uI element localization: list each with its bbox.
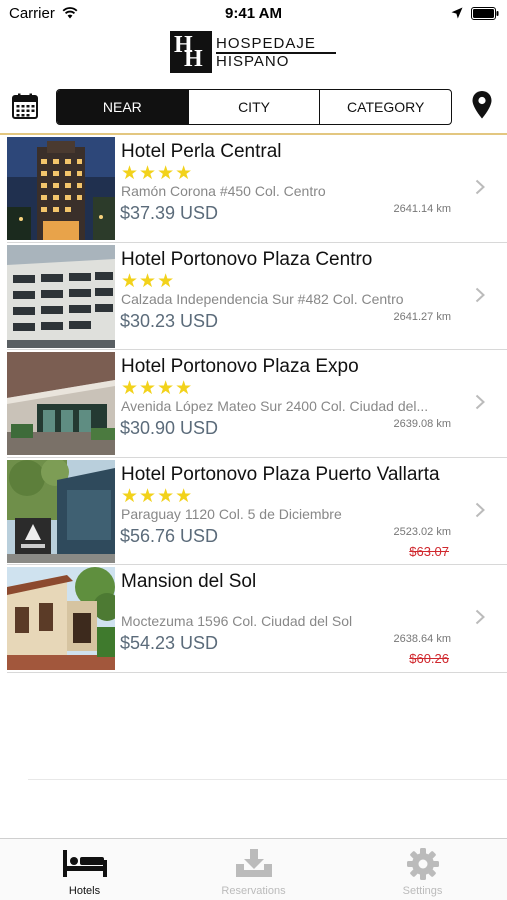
map-pin-icon[interactable] (472, 91, 492, 119)
hotel-list-item[interactable]: Hotel Portonovo Plaza Expo ★★★★ Avenida … (7, 350, 507, 458)
hotel-name: Hotel Portonovo Plaza Puerto Vallarta (121, 463, 440, 485)
status-bar: Carrier 9:41 AM (0, 0, 507, 28)
filter-segmented-control: NEAR CITY CATEGORY (56, 89, 452, 125)
segment-category[interactable]: CATEGORY (320, 90, 451, 124)
hotel-list-item[interactable]: Mansion del Sol Moctezuma 1596 Col. Ciud… (7, 565, 507, 673)
hotel-price: $30.90 USD (120, 418, 219, 438)
chevron-right-icon (475, 502, 485, 517)
hotel-list: Hotel Perla Central ★★★★ Ramón Corona #4… (0, 135, 507, 673)
status-time: 9:41 AM (225, 5, 282, 22)
hotel-original-price: $63.07 (409, 543, 449, 559)
tab-reservations[interactable]: Reservations (169, 839, 338, 900)
chevron-right-icon (475, 609, 485, 625)
hotel-address: Avenida López Mateo Sur 2400 Col. Ciudad… (121, 398, 429, 414)
hotel-list-item[interactable]: Hotel Perla Central ★★★★ Ramón Corona #4… (7, 135, 507, 243)
hotel-distance: 2638.64 km (393, 633, 451, 645)
segment-city[interactable]: CITY (189, 90, 321, 124)
hotel-address: Paraguay 1120 Col. 5 de Diciembre (121, 505, 342, 522)
hotel-name: Hotel Portonovo Plaza Centro (121, 248, 373, 270)
logo-mark-letter: H (184, 46, 203, 72)
chevron-right-icon (475, 394, 485, 410)
hotel-photo (7, 352, 115, 455)
tab-label: Hotels (68, 885, 101, 897)
logo-mark: H H (170, 31, 212, 73)
hotel-address: Calzada Independencia Sur #482 Col. Cent… (121, 290, 404, 307)
tab-label: Settings (402, 885, 443, 897)
battery-icon (471, 7, 499, 20)
hotel-photo (7, 244, 115, 348)
hotel-price: $54.23 USD (120, 633, 219, 653)
hotel-rating-stars: ★★★★ (121, 163, 194, 184)
hotel-distance: 2641.14 km (393, 203, 451, 215)
chevron-right-icon (475, 287, 485, 302)
hotel-list-item[interactable]: Hotel Portonovo Plaza Puerto Vallarta ★★… (7, 458, 507, 565)
hotel-list-item[interactable]: Hotel Portonovo Plaza Centro ★★★ Calzada… (7, 243, 507, 350)
gear-icon (406, 848, 439, 880)
app-logo: H H HOSPEDAJE HISPANO (170, 31, 336, 73)
hotel-name: Mansion del Sol (121, 571, 257, 592)
tab-label: Reservations (221, 885, 286, 897)
list-separator (28, 779, 507, 780)
tab-settings[interactable]: Settings (338, 839, 507, 900)
hotel-address: Ramón Corona #450 Col. Centro (121, 183, 326, 199)
hotel-photo (7, 567, 115, 670)
location-arrow-icon (451, 7, 463, 19)
bed-icon (62, 850, 107, 877)
hotel-original-price: $60.26 (409, 651, 449, 666)
hotel-photo (7, 137, 115, 240)
logo-text-line2: HISPANO (216, 53, 290, 70)
hotel-name: Hotel Portonovo Plaza Expo (121, 356, 359, 377)
hotel-distance: 2639.08 km (393, 418, 451, 430)
chevron-right-icon (475, 179, 485, 195)
hotel-name: Hotel Perla Central (121, 141, 282, 162)
segment-near[interactable]: NEAR (57, 90, 189, 124)
tab-hotels[interactable]: Hotels (0, 839, 169, 900)
hotel-address: Moctezuma 1596 Col. Ciudad del Sol (121, 613, 353, 629)
hotel-photo (7, 459, 115, 563)
hotel-price: $56.76 USD (120, 525, 219, 546)
hotel-price: $37.39 USD (120, 203, 219, 223)
logo-text-line1: HOSPEDAJE (216, 35, 336, 54)
hotel-rating-stars: ★★★★ (121, 378, 194, 399)
hotel-distance: 2523.02 km (393, 525, 451, 538)
hotel-rating-stars: ★★★ (121, 270, 176, 292)
tab-bar: Hotels Reservations Settings (0, 838, 507, 900)
hotel-rating-stars: ★★★★ (121, 485, 194, 507)
download-tray-icon (235, 849, 272, 877)
calendar-icon[interactable] (12, 93, 38, 119)
hotel-price: $30.23 USD (120, 310, 219, 331)
hotel-distance: 2641.27 km (393, 310, 451, 323)
